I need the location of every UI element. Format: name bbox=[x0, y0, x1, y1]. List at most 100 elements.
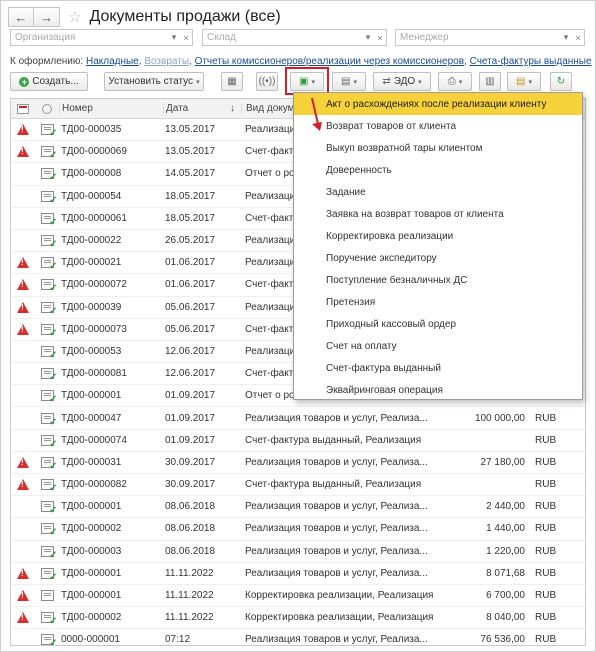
menu-item[interactable]: Корректировка реализации bbox=[294, 225, 582, 247]
cell-amount: 2 440,00 bbox=[486, 501, 525, 513]
page-title: Документы продажи (все) bbox=[89, 8, 281, 25]
table-row[interactable]: ! ТД00-000001 11.11.2022 Реализация товаров… bbox=[11, 563, 585, 585]
back-button[interactable]: ← bbox=[8, 7, 34, 27]
cell-kind: Реализация товаров и услуг, Реализа... bbox=[241, 546, 447, 557]
menu-item[interactable]: Задание bbox=[294, 181, 582, 203]
links-prefix: К оформлению: bbox=[10, 56, 84, 67]
doc-cell bbox=[35, 501, 59, 516]
table-row[interactable]: ! ТД00-0000082 30.09.2017 Счет-фактура выда… bbox=[11, 474, 585, 497]
documents-icon: ▤ bbox=[341, 76, 351, 87]
menu-item[interactable]: Счет-фактура выданный bbox=[294, 357, 582, 379]
create-button[interactable]: + Создать... bbox=[10, 72, 88, 91]
cell-amount: 1 220,00 bbox=[486, 545, 525, 557]
cell-date: 11.11.2022 bbox=[165, 567, 214, 579]
menu-item[interactable]: Претензия bbox=[294, 291, 582, 313]
create-based-on-menu: Акт о расхождениях после реализации клие… bbox=[293, 92, 583, 400]
menu-item[interactable]: Доверенность bbox=[294, 159, 582, 181]
link-returns[interactable]: Возвраты bbox=[144, 56, 189, 67]
report-button[interactable]: ▥ bbox=[479, 72, 501, 91]
manager-input[interactable] bbox=[396, 30, 560, 45]
cell-date: 01.09.2017 bbox=[165, 412, 216, 424]
cell-date: 30.09.2017 bbox=[165, 456, 216, 468]
cell-number: ТД00-000054 bbox=[61, 190, 122, 202]
warning-icon: ! bbox=[17, 257, 29, 269]
link-commission-reports[interactable]: Отчеты комиссионеров/реализации через ко… bbox=[195, 56, 464, 67]
star-icon[interactable]: ☆ bbox=[68, 8, 81, 26]
cell-currency: RUB bbox=[535, 612, 557, 624]
warehouse-input[interactable] bbox=[203, 30, 362, 45]
menu-item[interactable]: Акт о расхождениях после реализации клие… bbox=[294, 93, 582, 115]
warning-cell: ! bbox=[11, 479, 35, 491]
menu-item[interactable]: Возврат товаров от клиента bbox=[294, 115, 582, 137]
cell-date: 12.06.2017 bbox=[165, 368, 216, 380]
cell-number: 0000-000001 bbox=[61, 634, 120, 646]
cell-number: ТД00-000003 bbox=[61, 545, 122, 557]
cell-number: ТД00-000035 bbox=[61, 124, 122, 136]
menu-item[interactable]: Приходный кассовый ордер bbox=[294, 313, 582, 335]
cell-kind-text: Корректировка реализации, Реализация bbox=[245, 590, 434, 602]
posted-document-icon bbox=[40, 501, 58, 516]
menu-item[interactable]: Заявка на возврат товаров от клиента bbox=[294, 203, 582, 225]
set-status-button[interactable]: Установить статус ▾ bbox=[104, 72, 204, 91]
table-row[interactable]: ТД00-0000074 01.09.2017 Счет-фактура выдан… bbox=[11, 430, 585, 452]
cell-date: 08.06.2018 bbox=[165, 523, 216, 535]
table-row[interactable]: 0000-000001 07:12 Реализация товаров и усл… bbox=[11, 629, 585, 646]
cell-date: 01.09.2017 bbox=[165, 434, 216, 446]
chevron-down-icon: ▾ bbox=[196, 78, 200, 86]
table-row[interactable]: ТД00-000047 01.09.2017 Реализация товаров … bbox=[11, 407, 585, 430]
menu-item[interactable]: Выкуп возвратной тары клиентом bbox=[294, 137, 582, 159]
link-invoices[interactable]: Накладные bbox=[86, 56, 139, 67]
attachments-button[interactable]: ▤ ▾ bbox=[507, 72, 541, 91]
clear-icon[interactable]: × bbox=[572, 33, 584, 43]
table-row[interactable]: ТД00-000002 08.06.2018 Реализация товаров … bbox=[11, 518, 585, 541]
cell-kind-text: Отчет о роз bbox=[245, 390, 300, 402]
organization-filter[interactable]: ▾ × bbox=[10, 29, 193, 46]
edo-button[interactable]: ⇄ ЭДО ▾ bbox=[373, 72, 431, 91]
menu-item[interactable]: Счет на оплату bbox=[294, 335, 582, 357]
table-row[interactable]: ТД00-000003 08.06.2018 Реализация товаров … bbox=[11, 541, 585, 563]
warehouse-filter[interactable]: ▾ × bbox=[202, 29, 387, 46]
cell-amount: 8 040,00 bbox=[486, 612, 525, 624]
table-row[interactable]: ! ТД00-000002 11.11.2022 Корректировка реал… bbox=[11, 607, 585, 630]
clear-icon[interactable]: × bbox=[180, 33, 192, 43]
link-invoices-issued[interactable]: Счета-фактуры выданные bbox=[470, 56, 592, 67]
header-date[interactable]: Дата ↓ bbox=[163, 103, 241, 114]
cell-kind: Реализация товаров и услуг, Реализа... bbox=[241, 413, 447, 424]
menu-item[interactable]: Эквайринговая операция bbox=[294, 379, 582, 401]
organization-input[interactable] bbox=[11, 30, 168, 45]
print-button[interactable]: ⎙ ▾ bbox=[438, 72, 472, 91]
cell-amount: 100 000,00 bbox=[474, 412, 525, 424]
forward-button[interactable]: → bbox=[34, 7, 60, 27]
dropdown-arrow-icon[interactable]: ▾ bbox=[362, 32, 374, 43]
table-row[interactable]: ТД00-000001 08.06.2018 Реализация товаров … bbox=[11, 496, 585, 519]
cell-date: 11.11.2022 bbox=[165, 612, 214, 624]
refresh-button[interactable]: ↻ bbox=[550, 72, 572, 91]
menu-item[interactable]: Поступление безналичных ДС bbox=[294, 269, 582, 291]
links-line: К оформлению: Накладные, Возвраты, Отчет… bbox=[10, 56, 592, 67]
dropdown-arrow-icon[interactable]: ▾ bbox=[560, 32, 572, 43]
equipment-button[interactable]: ((•)) bbox=[256, 72, 278, 91]
warning-icon: ! bbox=[17, 124, 29, 136]
cell-number: ТД00-000008 bbox=[61, 168, 122, 180]
table-row[interactable]: ! ТД00-000001 11.11.2022 Корректировка реал… bbox=[11, 585, 585, 608]
dropdown-arrow-icon[interactable]: ▾ bbox=[168, 32, 180, 43]
manager-filter[interactable]: ▾ × bbox=[395, 29, 585, 46]
posted-document-icon bbox=[40, 368, 58, 383]
warning-icon: ! bbox=[17, 612, 29, 624]
posted-document-icon bbox=[40, 323, 58, 339]
clear-icon[interactable]: × bbox=[374, 33, 386, 43]
table-row[interactable]: ! ТД00-000031 30.09.2017 Реализация товаров… bbox=[11, 452, 585, 474]
warning-cell: ! bbox=[11, 124, 35, 136]
menu-item[interactable]: Поручение экспедитору bbox=[294, 247, 582, 269]
cell-kind: Реализация товаров и услуг, Реализа... bbox=[241, 457, 447, 468]
cell-kind: Счет-фактура выданный, Реализация bbox=[241, 435, 447, 446]
header-number[interactable]: Номер bbox=[59, 103, 163, 114]
printer-icon: ⎙ bbox=[447, 76, 456, 87]
warning-cell: ! bbox=[11, 456, 35, 468]
warning-icon: ! bbox=[17, 456, 29, 468]
doc-cell bbox=[35, 212, 59, 228]
warning-cell: ! bbox=[11, 590, 35, 602]
posted-document-icon bbox=[40, 345, 58, 361]
documents-button[interactable]: ▤ ▾ bbox=[332, 72, 366, 91]
print-barcode-button[interactable]: ▦ bbox=[221, 72, 243, 91]
